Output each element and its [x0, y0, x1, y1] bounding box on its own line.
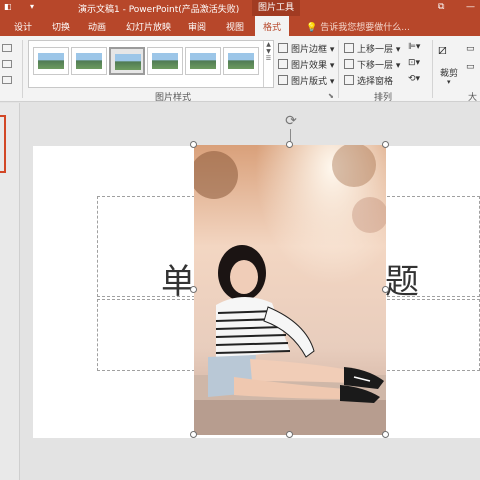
scroll-up-icon[interactable]: ▲ — [264, 41, 273, 48]
powerpoint-window: ◧ ▾ 演示文稿1 - PowerPoint(产品激活失败) 图片工具 ⧉ — … — [0, 0, 480, 480]
ribbon-tab-row: 设计 切换 动画 幻灯片放映 审阅 视图 格式 💡 告诉我您想要做什么... — [0, 16, 480, 36]
border-icon — [278, 43, 288, 53]
send-backward-label: 下移一层 — [357, 61, 394, 71]
send-backward-button[interactable]: 下移一层 ▾ — [344, 58, 400, 71]
picture-style-5[interactable] — [185, 47, 221, 75]
resize-handle-l[interactable] — [190, 286, 197, 293]
landscape-icon — [76, 53, 102, 69]
separator — [22, 40, 23, 98]
picture-styles-group-label: 图片样式 — [155, 93, 192, 103]
rotate-icon[interactable]: ⟲▾ — [408, 74, 420, 84]
tab-design[interactable]: 设计 — [14, 20, 32, 33]
picture-style-4[interactable] — [147, 47, 183, 75]
photo-girl-sitting — [194, 145, 386, 435]
window-title: 演示文稿1 - PowerPoint(产品激活失败) — [78, 5, 240, 15]
resize-handle-bl[interactable] — [190, 431, 197, 438]
compress-icon[interactable] — [2, 60, 12, 68]
dropdown-arrow-icon[interactable]: ▾ — [30, 2, 34, 11]
lightbulb-icon: 💡 — [306, 23, 318, 33]
minimize-icon[interactable]: — — [466, 2, 475, 12]
bring-forward-button[interactable]: 上移一层 ▾ — [344, 42, 400, 55]
title-bar: ◧ ▾ 演示文稿1 - PowerPoint(产品激活失败) 图片工具 ⧉ — — [0, 0, 480, 16]
picture-effects-button[interactable]: 图片效果 ▾ — [278, 58, 334, 71]
picture-layout-button[interactable]: 图片版式 ▾ — [278, 74, 334, 87]
landscape-icon — [38, 53, 64, 69]
tab-animations[interactable]: 动画 — [88, 20, 106, 33]
gallery-scroll[interactable]: ▲ ▼ ☰ — [263, 41, 273, 87]
bring-forward-icon — [344, 43, 354, 53]
selection-pane-label: 选择窗格 — [357, 77, 394, 87]
picture-effects-label: 图片效果 — [291, 61, 328, 71]
picture-styles-gallery: ▲ ▼ ☰ — [28, 40, 274, 88]
resize-handle-br[interactable] — [382, 431, 389, 438]
scroll-down-icon[interactable]: ▼ — [264, 48, 273, 55]
group-icon[interactable]: ⊡▾ — [408, 58, 420, 68]
layout-icon — [278, 75, 288, 85]
effects-icon — [278, 59, 288, 69]
bring-forward-label: 上移一层 — [357, 45, 394, 55]
landscape-icon — [228, 53, 254, 69]
landscape-icon — [115, 54, 141, 70]
ribbon-format: ▲ ▼ ☰ 图片边框 ▾ 图片效果 ▾ 图片版式 ▾ 图片样式 ⬊ 上移一层 ▾… — [0, 36, 480, 103]
crop-icon[interactable]: ⧄ — [438, 42, 447, 58]
picture-style-1[interactable] — [33, 47, 69, 75]
height-icon[interactable]: ▭ — [466, 44, 475, 54]
size-group-label: 大 — [468, 93, 478, 103]
resize-handle-tl[interactable] — [190, 141, 197, 148]
rotate-handle-icon[interactable]: ⟳ — [283, 113, 299, 129]
powerpoint-logo-icon[interactable]: ◧ — [4, 2, 12, 11]
selection-pane-icon — [344, 75, 354, 85]
picture-style-2[interactable] — [71, 47, 107, 75]
slide-title-right: 题 — [385, 262, 419, 302]
selection-pane-button[interactable]: 选择窗格 — [344, 74, 393, 87]
more-icon[interactable]: ☰ — [264, 55, 273, 62]
reset-icon[interactable] — [2, 76, 12, 84]
arrange-group-label: 排列 — [374, 93, 393, 103]
picture-tools-context-label: 图片工具 — [252, 0, 300, 16]
slide-thumbnail-selected[interactable] — [0, 115, 6, 173]
picture-style-3[interactable] — [109, 47, 145, 75]
crop-dropdown-icon[interactable]: ▾ — [447, 78, 451, 86]
width-icon[interactable]: ▭ — [466, 62, 475, 72]
tab-review[interactable]: 审阅 — [188, 20, 206, 33]
adjust-icon[interactable] — [2, 44, 12, 52]
slide-title-left: 单 — [161, 262, 195, 302]
selected-picture[interactable] — [194, 145, 386, 435]
landscape-icon — [152, 53, 178, 69]
send-backward-icon — [344, 59, 354, 69]
separator — [432, 40, 433, 98]
picture-border-button[interactable]: 图片边框 ▾ — [278, 42, 334, 55]
tab-slideshow[interactable]: 幻灯片放映 — [126, 20, 171, 33]
tab-view[interactable]: 视图 — [226, 20, 244, 33]
resize-handle-tr[interactable] — [382, 141, 389, 148]
resize-handle-r[interactable] — [382, 286, 389, 293]
separator — [338, 40, 339, 98]
tell-me-search[interactable]: 💡 告诉我您想要做什么... — [306, 20, 410, 33]
picture-border-label: 图片边框 — [291, 45, 328, 55]
slide-thumbnail-pane — [0, 103, 20, 480]
landscape-icon — [190, 53, 216, 69]
tab-transitions[interactable]: 切换 — [52, 20, 70, 33]
tell-me-text: 告诉我您想要做什么... — [320, 23, 410, 33]
resize-handle-t[interactable] — [286, 141, 293, 148]
picture-layout-label: 图片版式 — [291, 77, 328, 87]
tab-format[interactable]: 格式 — [255, 16, 290, 36]
align-icon[interactable]: ⊫▾ — [408, 42, 420, 52]
picture-style-6[interactable] — [223, 47, 259, 75]
resize-handle-b[interactable] — [286, 431, 293, 438]
ribbon-display-icon[interactable]: ⧉ — [438, 2, 444, 12]
dialog-launcher-icon[interactable]: ⬊ — [328, 92, 334, 100]
